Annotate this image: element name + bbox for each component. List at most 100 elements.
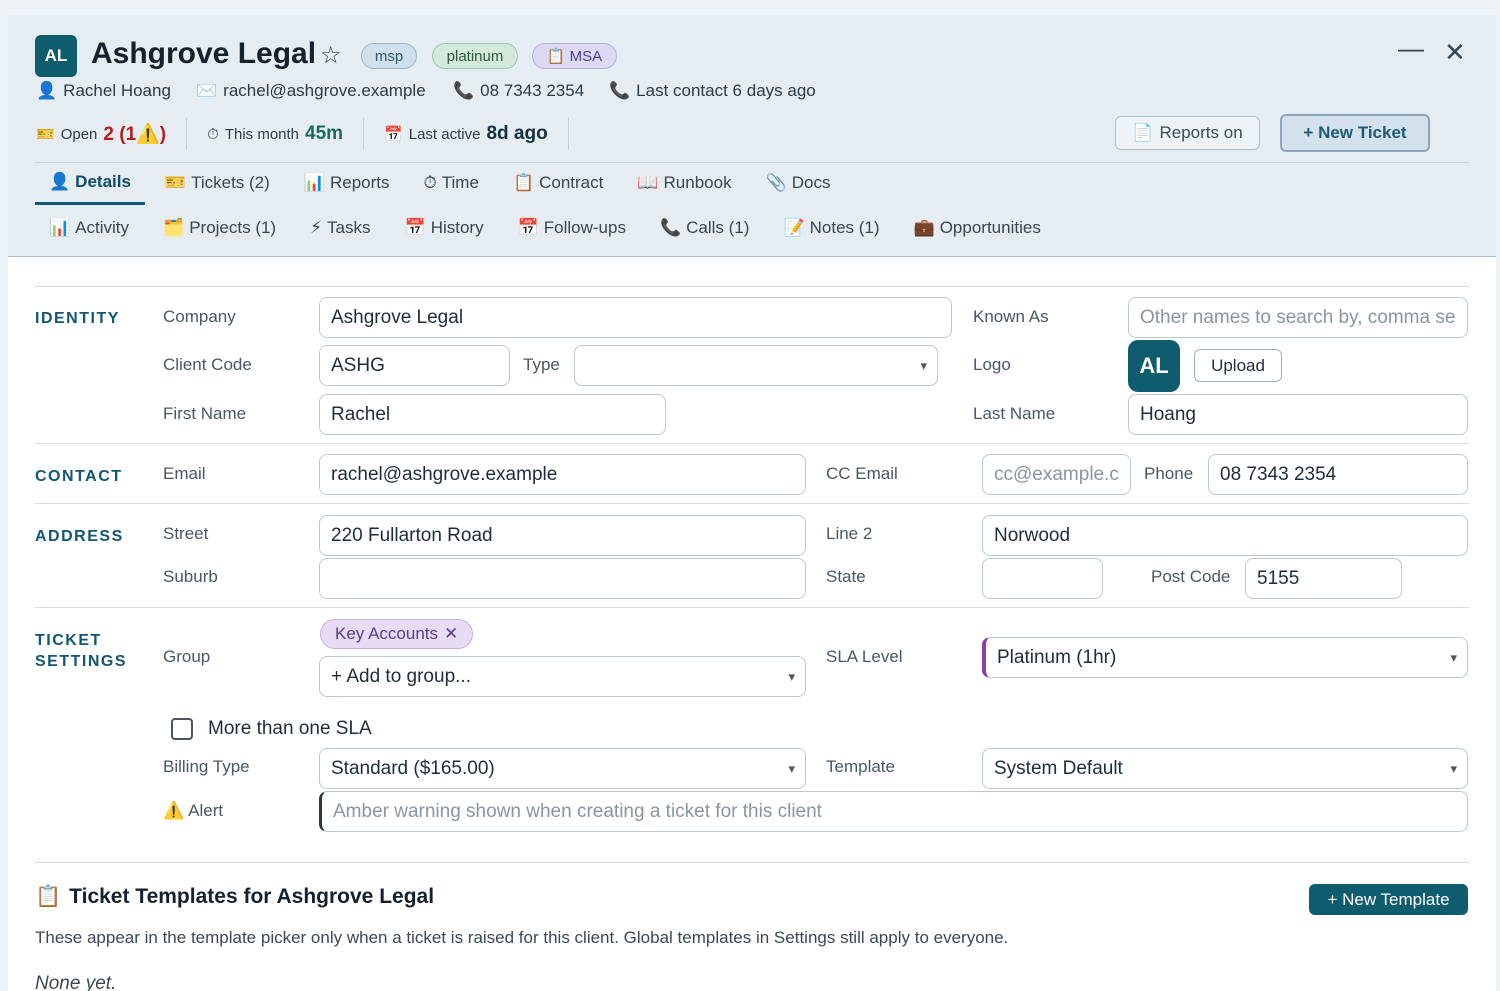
star-icon[interactable]: ☆ (320, 41, 342, 70)
tab-follow-ups[interactable]: 📅 Follow-ups (504, 206, 640, 250)
tab-label: Runbook (663, 173, 732, 192)
tabs-row-1: 👤 Details 🎫 Tickets (2) 📊 Reports ⏱ Time 📋 Co… (35, 161, 851, 205)
new-ticket-button[interactable]: + New Ticket (1280, 114, 1430, 152)
state-input[interactable] (982, 558, 1103, 599)
tabs-row-2: 📊 Activity 🗂️ Projects (1) ⚡ Tasks 📅 History… (35, 206, 1061, 250)
section-identity: IDENTITY (35, 310, 120, 327)
contact-email[interactable]: ✉️ rachel@ashgrove.example (196, 81, 426, 101)
tab-label: Activity (75, 218, 130, 237)
calendar-icon: 📅 (404, 218, 426, 237)
tab-contract[interactable]: 📋 Contract (499, 161, 617, 205)
type-label: Type (523, 355, 560, 374)
tab-time[interactable]: ⏱ Time (410, 161, 493, 205)
group-tag-key-accounts: Key Accounts ✕ (320, 619, 474, 649)
contact-phone[interactable]: 📞 08 7343 2354 (453, 81, 584, 101)
phone-input[interactable]: 08 7343 2354 (1208, 454, 1468, 495)
tab-label: Reports (329, 173, 390, 192)
tab-runbook[interactable]: 📖 Runbook (623, 161, 745, 205)
tab-projects[interactable]: 🗂️ Projects (1) (149, 206, 290, 250)
new-template-button[interactable]: + New Template (1309, 884, 1468, 915)
multi-sla-checkbox[interactable] (171, 718, 193, 740)
ticket-icon: 🎫 (36, 126, 55, 143)
cc-email-label: CC Email (826, 464, 898, 483)
logo-label: Logo (973, 355, 1011, 374)
tab-label: Tickets (2) (191, 173, 270, 192)
close-icon[interactable]: ✕ (444, 624, 458, 644)
contact-person: 👤 Rachel Hoang (36, 81, 171, 101)
minimize-icon[interactable]: — (1398, 33, 1424, 64)
section-line: TICKET (35, 632, 102, 649)
clipboard-icon: 📋 (546, 48, 566, 65)
last-name-label: Last Name (973, 404, 1056, 423)
tab-tasks[interactable]: ⚡ Tasks (296, 206, 384, 250)
phone-label: Phone (1144, 464, 1194, 483)
client-title: Ashgrove Legal (91, 37, 317, 70)
type-select[interactable] (574, 345, 938, 386)
section-address: ADDRESS (35, 528, 124, 545)
tab-label: History (430, 218, 484, 237)
group-label: Group (163, 647, 211, 666)
line2-input[interactable]: Norwood (982, 515, 1468, 556)
tab-label: Calls (1) (686, 218, 750, 237)
warning-icon: ⚠️ (163, 801, 185, 820)
tab-label: Projects (1) (189, 218, 277, 237)
templates-title-text: Ticket Templates for Ashgrove Legal (69, 885, 435, 908)
document-icon: 📄 (1132, 123, 1154, 142)
bar-chart-icon: 📊 (303, 173, 325, 192)
street-input[interactable]: 220 Fullarton Road (319, 515, 806, 556)
section-ticket-settings: TICKET SETTINGS (35, 630, 127, 672)
tab-calls[interactable]: 📞 Calls (1) (646, 206, 763, 250)
tab-history[interactable]: 📅 History (391, 206, 498, 250)
company-input[interactable]: Ashgrove Legal (319, 297, 952, 338)
street-label: Street (163, 524, 209, 543)
stat-active-value: 8d ago (486, 123, 548, 144)
template-label: Template (826, 757, 895, 776)
templates-title: 📋 Ticket Templates for Ashgrove Legal (35, 885, 434, 909)
suburb-input[interactable] (319, 558, 806, 599)
phone-icon: 📞 (453, 81, 475, 100)
divider (35, 286, 1469, 287)
known-as-input[interactable]: Other names to search by, comma se (1128, 297, 1468, 338)
book-icon: 📖 (637, 173, 659, 192)
multi-sla-label: More than one SLA (208, 718, 372, 739)
tab-tickets[interactable]: 🎫 Tickets (2) (151, 161, 284, 205)
cc-email-input[interactable]: cc@example.c (982, 454, 1131, 495)
contact-email-text: rachel@ashgrove.example (223, 81, 426, 100)
last-contact-text: Last contact 6 days ago (636, 81, 816, 100)
memo-icon: 📝 (783, 218, 805, 237)
email-label: Email (163, 464, 206, 483)
alert-label-text: Alert (188, 801, 224, 820)
first-name-input[interactable]: Rachel (319, 394, 666, 435)
close-icon[interactable]: ✕ (1444, 37, 1466, 68)
alert-input[interactable]: Amber warning shown when creating a tick… (319, 791, 1468, 832)
last-name-input[interactable]: Hoang (1128, 394, 1468, 435)
tab-notes[interactable]: 📝 Notes (1) (769, 206, 893, 250)
tab-label: Details (75, 171, 131, 191)
tab-activity[interactable]: 📊 Activity (35, 206, 143, 250)
add-group-select[interactable]: + Add to group... (319, 656, 806, 697)
tab-details[interactable]: 👤 Details (35, 161, 145, 205)
tag-msa[interactable]: 📋 MSA (532, 43, 617, 69)
email-input[interactable]: rachel@ashgrove.example (319, 454, 806, 495)
sla-level-select[interactable]: Platinum (1hr) (982, 637, 1468, 678)
stat-open[interactable]: 🎫 Open 2 (1⚠️) (36, 118, 188, 150)
postcode-input[interactable]: 5155 (1245, 558, 1402, 599)
stat-open-value: 2 (1⚠️) (103, 124, 167, 145)
tab-docs[interactable]: 📎 Docs (752, 161, 845, 205)
template-select[interactable]: System Default (982, 748, 1468, 789)
clipboard-icon: 📋 (512, 173, 535, 192)
client-code-input[interactable]: ASHG (319, 345, 510, 386)
templates-description: These appear in the template picker only… (35, 928, 1009, 947)
billing-type-select[interactable]: Standard ($165.00) (319, 748, 806, 789)
tag-msp: msp (361, 43, 417, 69)
stat-month-label: This month (224, 125, 300, 143)
upload-button[interactable]: Upload (1194, 349, 1282, 382)
company-label: Company (163, 307, 236, 326)
state-label: State (826, 567, 866, 586)
tab-reports[interactable]: 📊 Reports (290, 161, 404, 205)
last-contact: 📞 Last contact 6 days ago (609, 81, 816, 101)
tab-opportunities[interactable]: 💼 Opportunities (900, 206, 1055, 250)
ticket-icon: 🎫 (164, 173, 187, 192)
reports-on-button[interactable]: 📄 Reports on (1115, 116, 1260, 150)
billing-type-label: Billing Type (163, 757, 250, 776)
